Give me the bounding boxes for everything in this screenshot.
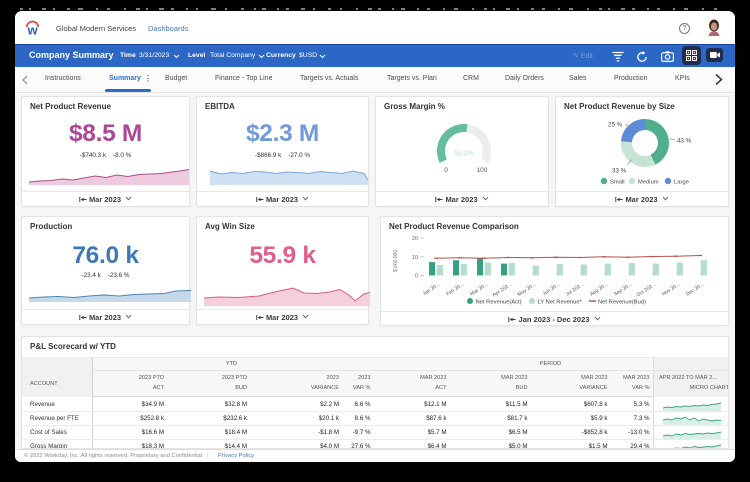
svg-text:w: w [26, 23, 38, 37]
svg-text:Oct 202...: Oct 202... [636, 282, 657, 299]
svg-text:43 %: 43 % [677, 138, 692, 145]
svg-text:20: 20 [412, 236, 418, 242]
svg-text:33 %: 33 % [612, 168, 627, 175]
svg-text:Feb 20...: Feb 20... [445, 282, 465, 298]
svg-text:10: 10 [412, 255, 418, 261]
svg-text:0: 0 [415, 273, 418, 279]
svg-text:Dec 20...: Dec 20... [685, 282, 705, 298]
svg-text:Small: Small [610, 180, 625, 186]
svg-text:LY Net Revenue*: LY Net Revenue* [538, 300, 583, 306]
svg-text:$,000,000: $,000,000 [393, 250, 399, 272]
svg-text:Apr 202...: Apr 202... [492, 282, 513, 299]
svg-text:Aug 20...: Aug 20... [589, 282, 609, 298]
svg-text:53.2%: 53.2% [455, 150, 474, 157]
svg-text:0: 0 [444, 167, 448, 174]
svg-text:Sep 20...: Sep 20... [613, 282, 633, 298]
svg-text:Medium: Medium [638, 180, 659, 186]
svg-text:Net Revenue(Act): Net Revenue(Act) [476, 300, 522, 306]
svg-text:100: 100 [477, 167, 488, 174]
svg-text:25 %: 25 % [608, 122, 623, 129]
svg-text:Nov 20...: Nov 20... [661, 282, 681, 298]
svg-text:Mar 20...: Mar 20... [469, 282, 489, 298]
svg-text:Jun 20...: Jun 20... [542, 282, 561, 297]
svg-text:Net Revenue(Bud): Net Revenue(Bud) [598, 300, 646, 306]
svg-text:Jul 202...: Jul 202... [565, 282, 585, 298]
svg-text:Large: Large [674, 180, 689, 186]
svg-text:May 20...: May 20... [517, 282, 538, 298]
svg-text:Jan 20...: Jan 20... [422, 282, 441, 297]
